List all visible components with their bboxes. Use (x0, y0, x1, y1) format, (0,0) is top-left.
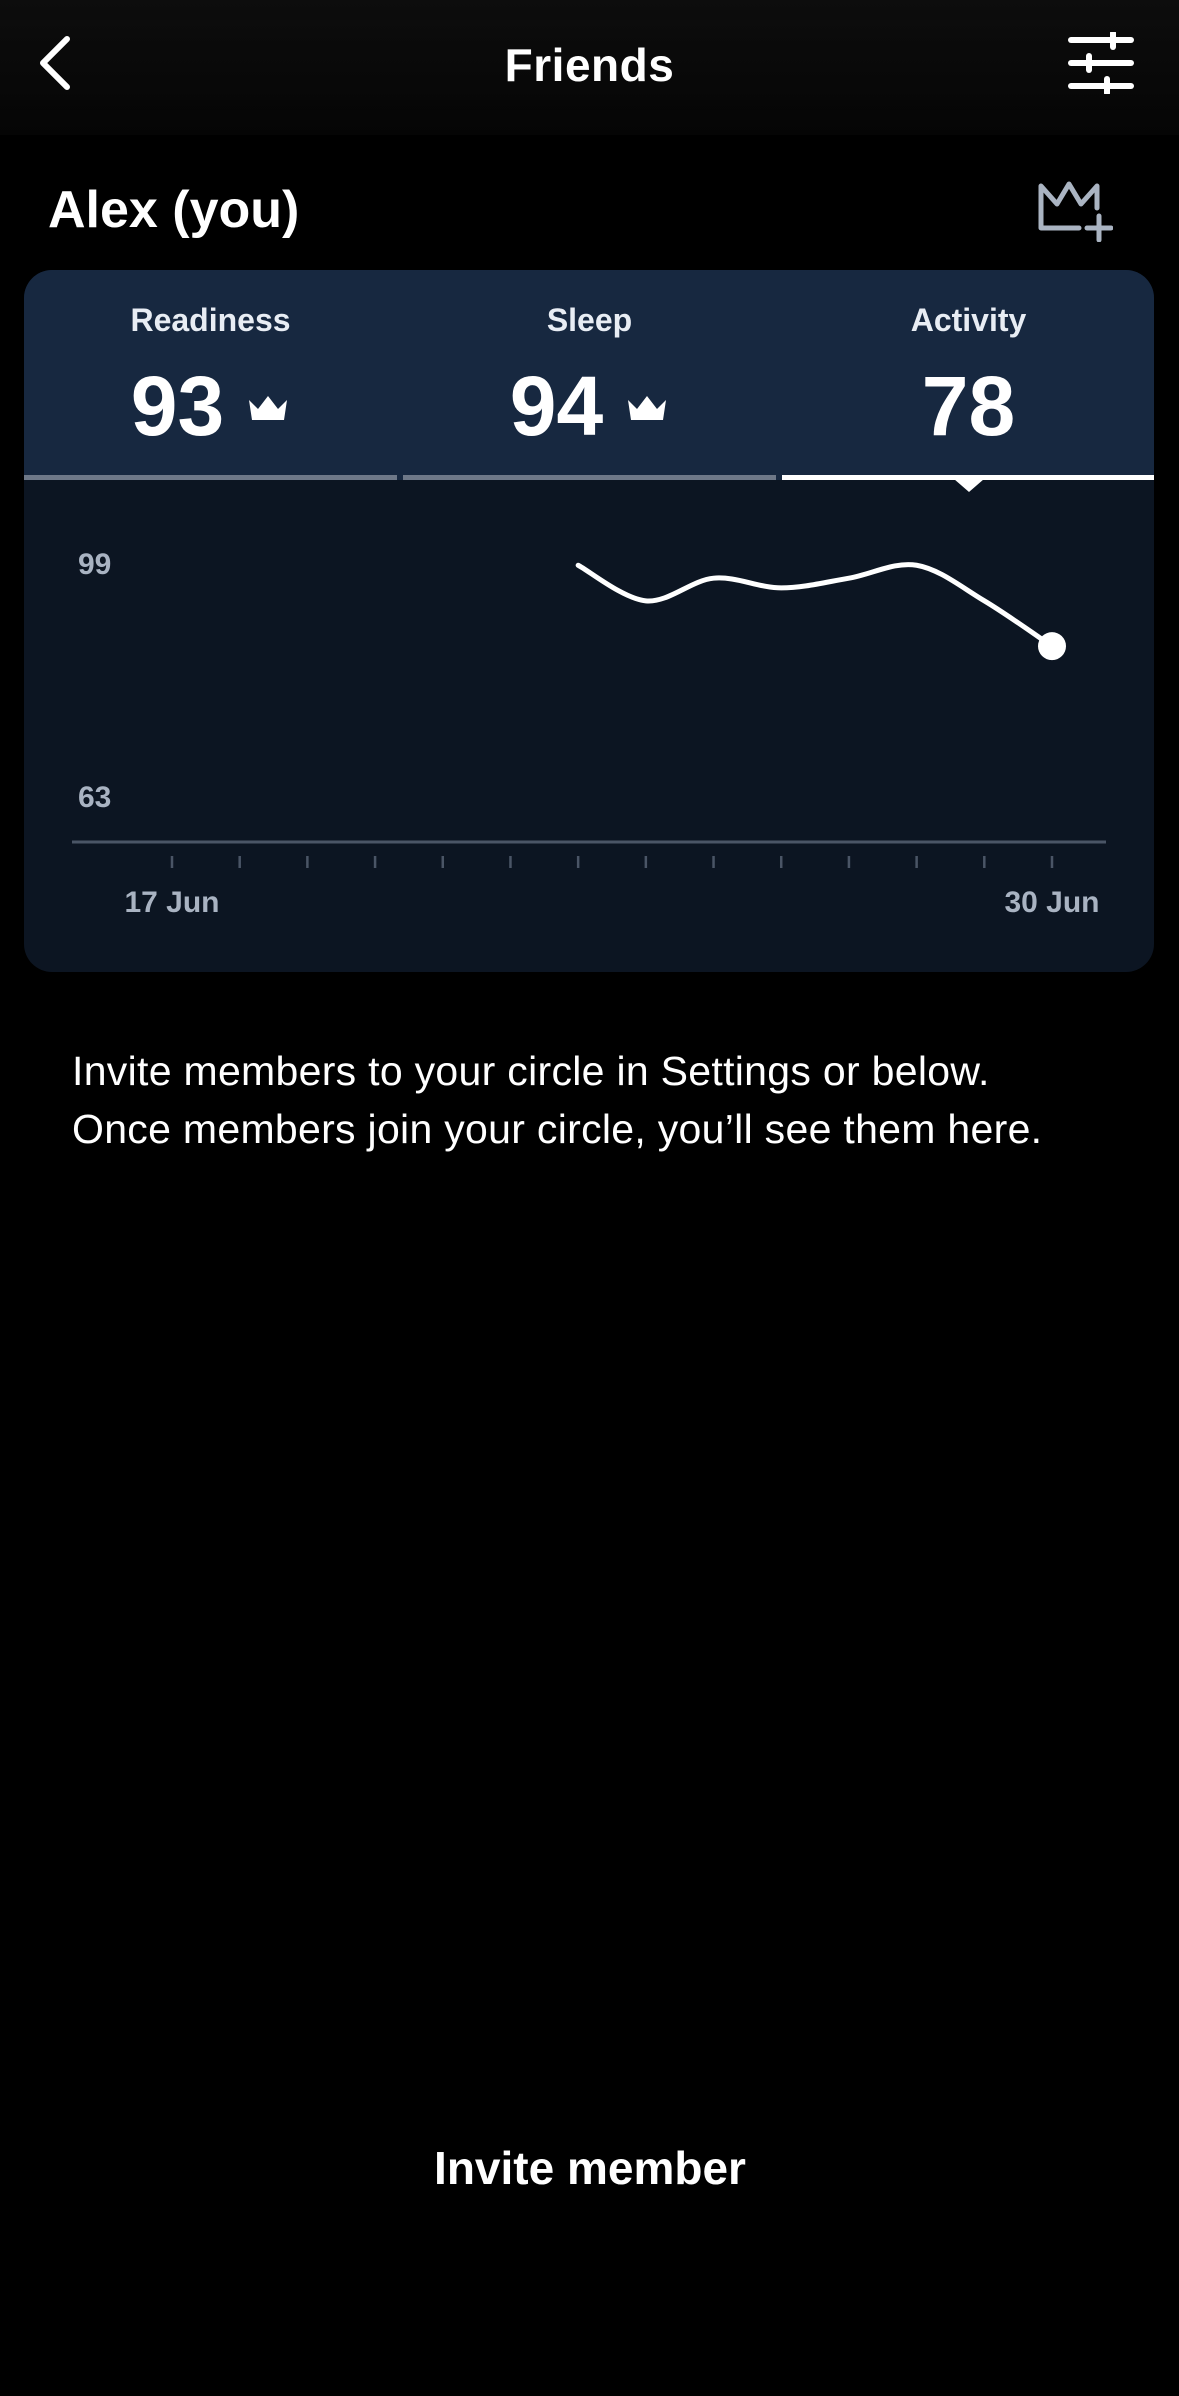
sleep-score: 94 (509, 359, 604, 453)
crown-add-icon (1035, 178, 1114, 247)
score-card: Readiness 93 Sleep 94 Activity 78 99 63 … (24, 270, 1154, 972)
add-crown-button[interactable] (1029, 172, 1119, 252)
user-name: Alex (you) (48, 181, 300, 239)
x-tick-label: 30 Jun (1004, 886, 1099, 919)
tab-label: Activity (910, 302, 1027, 338)
tab-readiness[interactable]: Readiness 93 (24, 270, 397, 480)
page-title: Friends (504, 39, 675, 91)
trend-chart-svg: 99 63 17 Jun 30 Jun (72, 548, 1106, 919)
tab-activity[interactable]: Activity 78 (782, 270, 1154, 492)
x-tick-label: 17 Jun (124, 886, 219, 919)
message-line: Invite members to your circle in Setting… (72, 1048, 990, 1094)
tab-value-wrap: 93 (24, 358, 397, 455)
trend-chart: 99 63 17 Jun 30 Jun (24, 480, 1154, 972)
empty-state-message: Invite members to your circle in Setting… (72, 1042, 1132, 1158)
tab-label: Sleep (546, 302, 633, 338)
tab-value-wrap: 78 (782, 358, 1154, 455)
tab-sleep[interactable]: Sleep 94 (403, 270, 776, 480)
y-tick-label: 63 (78, 781, 111, 814)
y-tick-label: 99 (78, 548, 111, 581)
series-line (575, 562, 1055, 649)
latest-data-point (1038, 632, 1066, 661)
tab-value-wrap: 94 (403, 358, 776, 455)
invite-member-button[interactable]: Invite member (340, 2120, 840, 2216)
tab-label: Readiness (130, 302, 291, 338)
score-tabs: Readiness 93 Sleep 94 Activity 78 (24, 270, 1154, 492)
sliders-icon (1067, 29, 1135, 99)
readiness-score: 93 (130, 359, 225, 453)
message-line: Once members join your circle, you’ll se… (72, 1106, 1043, 1152)
filter-settings-button[interactable] (1063, 29, 1139, 100)
crown-icon (625, 392, 669, 426)
crown-icon (246, 392, 290, 426)
activity-score: 78 (921, 359, 1016, 453)
